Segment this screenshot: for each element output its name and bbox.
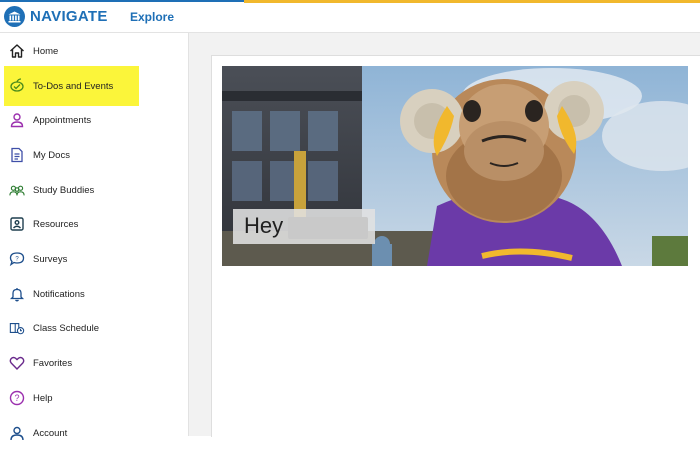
sidebar-item-label: My Docs [33,149,70,161]
sidebar-item-label: Notifications [33,288,85,300]
sidebar: Home To-Dos and Events Appointments My D… [0,33,189,441]
people-icon [9,182,25,198]
person-icon [9,112,25,128]
sidebar-item-account[interactable]: Account [0,416,188,450]
bell-icon [9,286,25,302]
home-icon [9,43,25,59]
sidebar-item-label: Help [33,392,53,404]
resources-icon [9,216,25,232]
sidebar-item-label: Class Schedule [33,322,100,334]
explore-link[interactable]: Explore [130,10,174,24]
sidebar-item-home[interactable]: Home [0,34,188,68]
heart-icon [9,355,25,371]
top-accent-gold [244,0,700,3]
sidebar-item-help[interactable]: ? Help [0,381,188,415]
todo-events-icon [9,77,25,93]
sidebar-item-label: To-Dos and Events [33,81,114,92]
chat-bubble-icon: ? [9,251,25,267]
sidebar-item-class-schedule[interactable]: Class Schedule [0,311,188,345]
question-icon: ? [9,390,25,406]
top-bar: NAVIGATE Explore [0,0,700,33]
greeting-text: Hey [244,213,284,238]
sidebar-item-appointments[interactable]: Appointments [0,103,188,137]
navigate-logo[interactable]: NAVIGATE [4,6,108,27]
svg-text:?: ? [14,393,19,403]
sidebar-item-study-buddies[interactable]: Study Buddies [0,173,188,207]
top-accent-blue [0,0,244,2]
building-icon [4,6,25,27]
document-icon [9,147,25,163]
sidebar-item-label: Account [33,427,68,439]
sidebar-item-todos-events[interactable]: To-Dos and Events [0,66,188,106]
sidebar-item-notifications[interactable]: Notifications [0,277,188,311]
sidebar-item-my-docs[interactable]: My Docs [0,138,188,172]
sidebar-item-label: Favorites [33,357,73,369]
class-schedule-icon [9,320,25,336]
account-icon [9,425,25,441]
svg-text:?: ? [15,257,19,263]
sidebar-item-label: Appointments [33,114,92,126]
sidebar-item-label: Home [33,45,59,57]
sidebar-item-label: Surveys [33,253,68,265]
sidebar-item-label: Resources [33,218,79,230]
redacted-name [288,217,368,239]
sidebar-item-resources[interactable]: Resources [0,207,188,241]
sidebar-item-label: Study Buddies [33,184,95,196]
sidebar-item-surveys[interactable]: ? Surveys [0,242,188,276]
sidebar-item-favorites[interactable]: Favorites [0,346,188,380]
logo-text: NAVIGATE [30,8,108,25]
